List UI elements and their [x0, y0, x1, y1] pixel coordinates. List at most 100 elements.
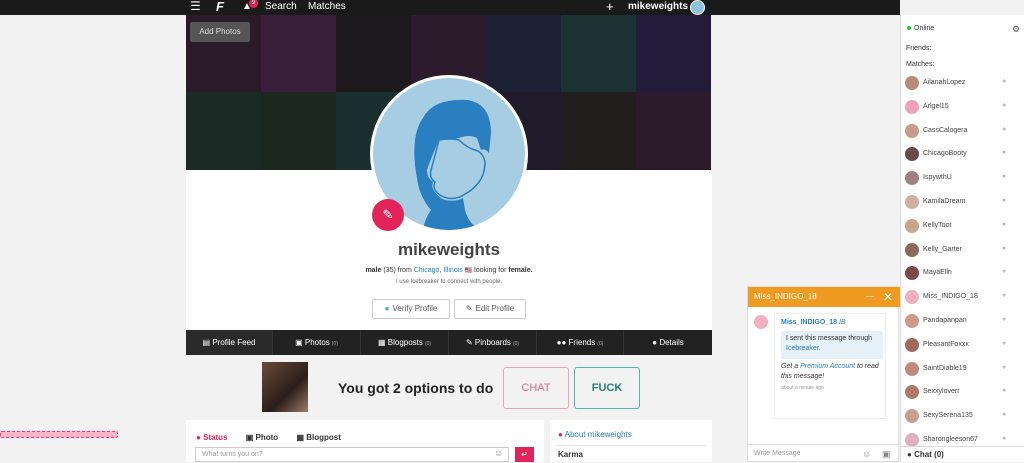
person-icon: ●: [558, 430, 563, 439]
match-item[interactable]: ChicagoBooty ●: [905, 144, 1021, 164]
close-icon[interactable]: ✕: [883, 287, 893, 307]
match-name[interactable]: AilanahLopez: [923, 79, 965, 86]
emoji-icon[interactable]: ☺: [862, 445, 871, 463]
match-name[interactable]: MayaElln: [923, 269, 952, 276]
match-item[interactable]: KamilaDream ●: [905, 192, 1021, 212]
match-item[interactable]: Sexxyloverr ●: [905, 382, 1021, 402]
match-item[interactable]: AilanahLopez ●: [905, 73, 1021, 93]
emoji-icon[interactable]: ☺: [494, 448, 503, 458]
tab-friends[interactable]: ●● Friends (0): [537, 330, 624, 355]
karma-label: Karma: [558, 450, 583, 459]
person-icon: ●: [1002, 173, 1007, 181]
sender-avatar[interactable]: [754, 315, 768, 329]
about-title: About mikeweights: [564, 430, 632, 439]
person-icon: ●: [1002, 363, 1007, 371]
match-name[interactable]: KamilaDream: [923, 198, 965, 205]
chat-header[interactable]: Miss_INDIGO_18 — ✕: [748, 287, 900, 307]
match-item[interactable]: Pandapanpan ●: [905, 311, 1021, 331]
chat-bar[interactable]: ● Chat (0): [901, 446, 1024, 462]
match-name[interactable]: SaintDiable19: [923, 365, 967, 372]
logo[interactable]: F: [216, 0, 228, 15]
match-name[interactable]: Miss_INDIGO_18: [923, 293, 978, 300]
match-name[interactable]: KellyToot: [923, 222, 951, 229]
blogpost-tab[interactable]: ▦ Blogpost: [296, 433, 348, 442]
match-name[interactable]: IspywthU: [923, 174, 952, 181]
verify-profile-button[interactable]: ● Verify Profile: [372, 299, 450, 319]
edit-avatar-button[interactable]: ✎: [372, 199, 404, 231]
person-icon: ●: [1002, 316, 1007, 323]
match-item[interactable]: SexySerena135 ●: [905, 406, 1021, 426]
match-item[interactable]: PleasantFoxxx ●: [905, 335, 1021, 355]
avatar[interactable]: [905, 76, 919, 90]
plus-icon[interactable]: +: [606, 0, 614, 13]
avatar[interactable]: [905, 361, 919, 376]
avatar[interactable]: [905, 147, 919, 162]
tab-pinboards[interactable]: ✎ Pinboards (0): [449, 330, 537, 355]
match-name[interactable]: Kelly_Garter: [923, 246, 962, 253]
menu-icon[interactable]: ☰: [190, 0, 204, 15]
top-bar: ☰ F ▲ 9 Search Matches + mikeweights: [0, 0, 900, 15]
avatar[interactable]: [905, 218, 919, 233]
sender-name[interactable]: Miss_INDIGO_18: [781, 319, 837, 326]
tab-profile-feed[interactable]: ▤ Profile Feed: [186, 330, 273, 355]
icebreaker-note: I sent this message through Icebreaker.: [781, 331, 883, 359]
match-name[interactable]: SexySerena135: [923, 412, 973, 419]
avatar[interactable]: [905, 337, 919, 352]
tab-details[interactable]: ● Details: [624, 330, 712, 355]
avatar[interactable]: [905, 314, 919, 328]
avatar[interactable]: [905, 385, 919, 400]
match-name[interactable]: Arlgel15: [923, 103, 949, 110]
avatar[interactable]: [905, 242, 919, 257]
city-link[interactable]: Chicago: [414, 267, 440, 274]
pink-bar[interactable]: [0, 431, 118, 438]
match-name[interactable]: ChicagoBooty: [923, 150, 967, 157]
avatar[interactable]: [905, 171, 919, 186]
status-tab[interactable]: ● Status: [196, 433, 236, 442]
ad-image[interactable]: [262, 362, 308, 412]
user-name[interactable]: mikeweights: [628, 0, 688, 14]
match-name[interactable]: Pandapanpan: [923, 317, 967, 324]
match-item[interactable]: MayaElln ●: [905, 263, 1021, 283]
avatar[interactable]: [905, 99, 919, 114]
tab-blogposts[interactable]: ▦ Blogposts (0): [361, 330, 449, 355]
edit-profile-button[interactable]: ✎ Edit Profile: [454, 299, 526, 319]
ad-chat-button[interactable]: CHAT: [503, 367, 569, 409]
match-item[interactable]: KellyToot ●: [905, 216, 1021, 236]
post-button[interactable]: ↵: [515, 447, 534, 462]
ad-banner[interactable]: You got 2 options to do CHAT FUCK: [186, 360, 712, 415]
feed-icon: ▤: [202, 338, 211, 347]
icebreaker-link[interactable]: Icebreaker.: [786, 345, 821, 352]
message-input[interactable]: Write Message ☺ ▣: [748, 444, 900, 463]
nav-search[interactable]: Search: [265, 0, 297, 15]
avatar[interactable]: [905, 409, 919, 424]
avatar[interactable]: [905, 195, 919, 209]
match-item[interactable]: CassCalogera ●: [905, 121, 1021, 141]
photo-tab[interactable]: ▣ Photo: [246, 433, 286, 442]
ad-second-button[interactable]: FUCK: [574, 367, 640, 409]
match-name[interactable]: CassCalogera: [923, 127, 967, 134]
match-item[interactable]: IspywthU ●: [905, 168, 1021, 188]
status-input[interactable]: What turns you on?: [195, 447, 509, 462]
avatar[interactable]: [905, 290, 919, 305]
avatar[interactable]: [905, 266, 919, 281]
minimize-icon[interactable]: —: [866, 287, 874, 307]
match-item[interactable]: SaintDiable19 ●: [905, 359, 1021, 379]
camera-icon[interactable]: ▣: [882, 445, 891, 463]
user-avatar[interactable]: [690, 0, 705, 15]
match-name[interactable]: PleasantFoxxx: [923, 341, 969, 348]
about-box: ● About mikeweights Karma: [550, 420, 712, 462]
premium-link[interactable]: Premium Account: [800, 363, 855, 370]
nav-matches[interactable]: Matches: [308, 0, 346, 15]
match-item[interactable]: Miss_INDIGO_18 ●: [905, 287, 1021, 307]
match-item[interactable]: Arlgel15 ●: [905, 97, 1021, 117]
state-link[interactable]: Illinois: [443, 267, 462, 274]
avatar[interactable]: [905, 123, 919, 138]
match-item[interactable]: Kelly_Garter ●: [905, 240, 1021, 260]
online-status[interactable]: Online: [907, 25, 934, 32]
match-name[interactable]: Sexxyloverr: [923, 388, 960, 395]
add-photos-button[interactable]: Add Photos: [190, 22, 250, 42]
avatar[interactable]: [905, 433, 919, 447]
tab-photos[interactable]: ▣ Photos (0): [273, 330, 361, 355]
gear-icon[interactable]: ⚙: [1012, 24, 1020, 35]
match-name[interactable]: Sharongleeson67: [923, 436, 978, 443]
